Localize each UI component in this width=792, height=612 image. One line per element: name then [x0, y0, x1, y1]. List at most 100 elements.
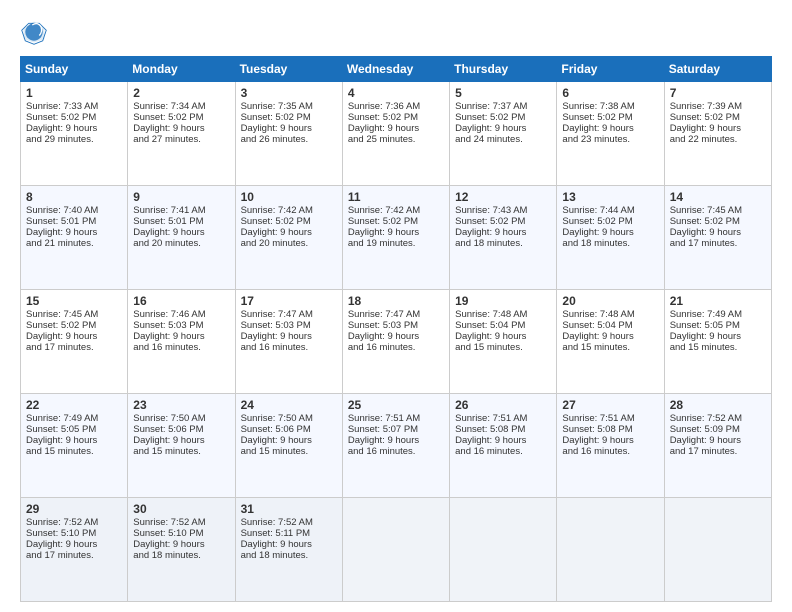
- day-info-line: Sunset: 5:03 PM: [348, 320, 444, 331]
- day-info-line: Sunrise: 7:50 AM: [241, 413, 337, 424]
- day-number: 12: [455, 190, 551, 204]
- day-number: 27: [562, 398, 658, 412]
- day-info-line: Sunrise: 7:46 AM: [133, 309, 229, 320]
- day-info-line: Daylight: 9 hours: [455, 435, 551, 446]
- day-info-line: Daylight: 9 hours: [562, 435, 658, 446]
- day-info-line: and 17 minutes.: [26, 550, 122, 561]
- day-info-line: Sunset: 5:02 PM: [562, 216, 658, 227]
- calendar-cell: 28Sunrise: 7:52 AMSunset: 5:09 PMDayligh…: [664, 394, 771, 498]
- day-info-line: Sunrise: 7:52 AM: [670, 413, 766, 424]
- day-info-line: Sunset: 5:10 PM: [133, 528, 229, 539]
- day-number: 13: [562, 190, 658, 204]
- calendar-cell: 23Sunrise: 7:50 AMSunset: 5:06 PMDayligh…: [128, 394, 235, 498]
- day-number: 2: [133, 86, 229, 100]
- day-info-line: Sunrise: 7:37 AM: [455, 101, 551, 112]
- day-info-line: Daylight: 9 hours: [670, 123, 766, 134]
- day-info-line: Sunrise: 7:51 AM: [348, 413, 444, 424]
- day-info-line: and 17 minutes.: [670, 446, 766, 457]
- day-info-line: and 23 minutes.: [562, 134, 658, 145]
- calendar-cell: 13Sunrise: 7:44 AMSunset: 5:02 PMDayligh…: [557, 186, 664, 290]
- weekday-header: Thursday: [450, 57, 557, 82]
- calendar-cell: 5Sunrise: 7:37 AMSunset: 5:02 PMDaylight…: [450, 82, 557, 186]
- day-info-line: Sunrise: 7:47 AM: [348, 309, 444, 320]
- day-info-line: Sunset: 5:10 PM: [26, 528, 122, 539]
- calendar-cell: 12Sunrise: 7:43 AMSunset: 5:02 PMDayligh…: [450, 186, 557, 290]
- day-info-line: and 21 minutes.: [26, 238, 122, 249]
- day-info-line: Sunset: 5:02 PM: [26, 112, 122, 123]
- day-info-line: and 19 minutes.: [348, 238, 444, 249]
- day-info-line: Sunset: 5:04 PM: [562, 320, 658, 331]
- day-info-line: Sunrise: 7:43 AM: [455, 205, 551, 216]
- calendar-cell: 16Sunrise: 7:46 AMSunset: 5:03 PMDayligh…: [128, 290, 235, 394]
- day-info-line: Daylight: 9 hours: [348, 435, 444, 446]
- calendar-week-row: 8Sunrise: 7:40 AMSunset: 5:01 PMDaylight…: [21, 186, 772, 290]
- day-info-line: and 15 minutes.: [133, 446, 229, 457]
- day-number: 3: [241, 86, 337, 100]
- day-info-line: Daylight: 9 hours: [241, 539, 337, 550]
- day-number: 18: [348, 294, 444, 308]
- day-info-line: and 15 minutes.: [455, 342, 551, 353]
- day-info-line: and 20 minutes.: [133, 238, 229, 249]
- day-info-line: Sunrise: 7:47 AM: [241, 309, 337, 320]
- day-info-line: Sunrise: 7:49 AM: [26, 413, 122, 424]
- day-info-line: and 15 minutes.: [26, 446, 122, 457]
- day-info-line: and 15 minutes.: [562, 342, 658, 353]
- day-info-line: Sunrise: 7:35 AM: [241, 101, 337, 112]
- day-info-line: Daylight: 9 hours: [26, 435, 122, 446]
- day-info-line: Daylight: 9 hours: [26, 123, 122, 134]
- day-info-line: and 18 minutes.: [241, 550, 337, 561]
- day-info-line: Daylight: 9 hours: [348, 331, 444, 342]
- day-number: 7: [670, 86, 766, 100]
- day-info-line: Sunset: 5:08 PM: [455, 424, 551, 435]
- calendar-table: SundayMondayTuesdayWednesdayThursdayFrid…: [20, 56, 772, 602]
- page: SundayMondayTuesdayWednesdayThursdayFrid…: [0, 0, 792, 612]
- day-number: 4: [348, 86, 444, 100]
- day-info-line: Daylight: 9 hours: [241, 123, 337, 134]
- calendar-cell: 21Sunrise: 7:49 AMSunset: 5:05 PMDayligh…: [664, 290, 771, 394]
- day-number: 22: [26, 398, 122, 412]
- day-number: 17: [241, 294, 337, 308]
- calendar-cell: 14Sunrise: 7:45 AMSunset: 5:02 PMDayligh…: [664, 186, 771, 290]
- logo-icon: [20, 18, 48, 46]
- day-info-line: Sunset: 5:02 PM: [241, 216, 337, 227]
- day-info-line: and 29 minutes.: [26, 134, 122, 145]
- day-number: 14: [670, 190, 766, 204]
- day-info-line: Sunset: 5:02 PM: [670, 112, 766, 123]
- day-info-line: and 15 minutes.: [670, 342, 766, 353]
- day-info-line: Sunrise: 7:40 AM: [26, 205, 122, 216]
- day-info-line: Daylight: 9 hours: [562, 331, 658, 342]
- day-number: 6: [562, 86, 658, 100]
- day-info-line: Sunrise: 7:48 AM: [455, 309, 551, 320]
- calendar-week-row: 1Sunrise: 7:33 AMSunset: 5:02 PMDaylight…: [21, 82, 772, 186]
- calendar-week-row: 29Sunrise: 7:52 AMSunset: 5:10 PMDayligh…: [21, 498, 772, 602]
- day-info-line: Sunrise: 7:51 AM: [455, 413, 551, 424]
- day-number: 23: [133, 398, 229, 412]
- day-info-line: Daylight: 9 hours: [133, 435, 229, 446]
- day-info-line: Sunset: 5:02 PM: [26, 320, 122, 331]
- day-info-line: Sunrise: 7:50 AM: [133, 413, 229, 424]
- day-info-line: and 26 minutes.: [241, 134, 337, 145]
- day-info-line: Sunset: 5:02 PM: [348, 112, 444, 123]
- day-info-line: Sunrise: 7:39 AM: [670, 101, 766, 112]
- day-info-line: Daylight: 9 hours: [241, 435, 337, 446]
- day-info-line: Daylight: 9 hours: [455, 331, 551, 342]
- day-info-line: Sunset: 5:02 PM: [455, 216, 551, 227]
- weekday-header: Friday: [557, 57, 664, 82]
- calendar-cell: 15Sunrise: 7:45 AMSunset: 5:02 PMDayligh…: [21, 290, 128, 394]
- day-info-line: and 18 minutes.: [562, 238, 658, 249]
- day-number: 16: [133, 294, 229, 308]
- day-info-line: Daylight: 9 hours: [670, 227, 766, 238]
- logo: [20, 18, 52, 46]
- day-info-line: Sunset: 5:02 PM: [670, 216, 766, 227]
- day-info-line: Daylight: 9 hours: [26, 227, 122, 238]
- day-number: 28: [670, 398, 766, 412]
- day-info-line: and 24 minutes.: [455, 134, 551, 145]
- day-info-line: Sunset: 5:01 PM: [133, 216, 229, 227]
- day-number: 25: [348, 398, 444, 412]
- day-info-line: Daylight: 9 hours: [133, 539, 229, 550]
- day-info-line: Sunrise: 7:52 AM: [241, 517, 337, 528]
- day-info-line: Sunset: 5:11 PM: [241, 528, 337, 539]
- calendar-cell: 8Sunrise: 7:40 AMSunset: 5:01 PMDaylight…: [21, 186, 128, 290]
- day-info-line: Sunset: 5:03 PM: [133, 320, 229, 331]
- day-number: 9: [133, 190, 229, 204]
